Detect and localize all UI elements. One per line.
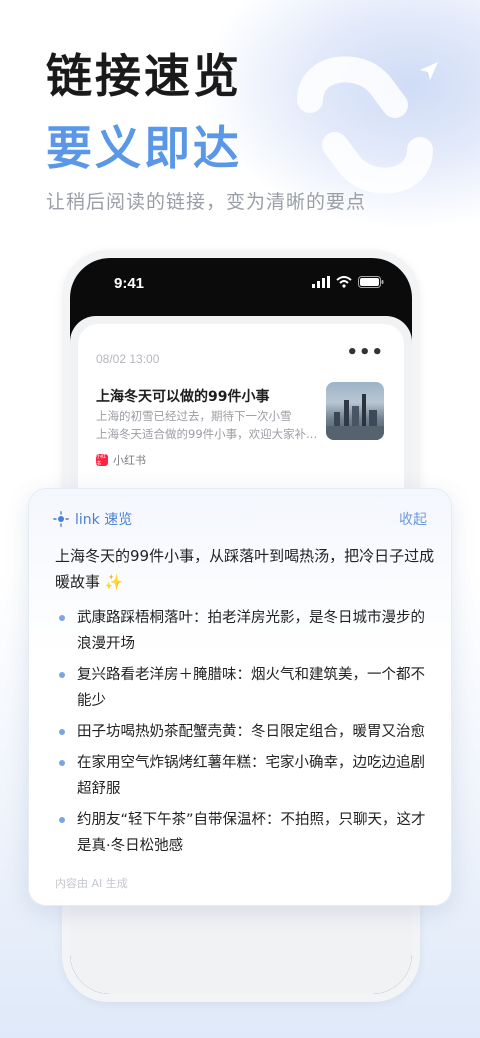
list-item: 在家用空气炸锅烤红薯年糕：宅家小确幸，边吃边追剧超舒服 (55, 750, 435, 802)
collapse-button[interactable]: 收起 (399, 509, 427, 529)
summary-points: 武康路踩梧桐落叶：拍老洋房光影，是冬日城市漫步的浪漫开场 复兴路看老洋房＋腌腊味… (55, 605, 435, 864)
list-item: 田子坊喝热奶茶配蟹壳黄：冬日限定组合，暖胃又治愈 (55, 719, 435, 745)
card-snippet-line-2: 上海冬天适合做的99件小事，欢迎大家补... (96, 427, 318, 441)
summary-label: link 速览 (75, 512, 133, 528)
ai-generated-note: 内容由 AI 生成 (55, 877, 128, 890)
hero-description: 让稍后阅读的链接，变为清晰的要点 (46, 191, 367, 213)
list-item: 武康路踩梧桐落叶：拍老洋房光影，是冬日城市漫步的浪漫开场 (55, 605, 435, 657)
list-item-text: 武康路踩梧桐落叶：拍老洋房光影，是冬日城市漫步的浪漫开场 (77, 610, 425, 652)
xiaohongshu-logo-icon: 小红书 (96, 454, 108, 467)
hero-title: 链接速览 (46, 49, 242, 103)
list-item-text: 约朋友“轻下午茶”自带保温杯：不拍照，只聊天，这才是真·冬日松弛感 (77, 812, 426, 854)
chain-link-icon (297, 56, 438, 194)
bullet-dot (59, 615, 65, 621)
wifi-icon (336, 276, 352, 288)
list-item-text: 田子坊喝热奶茶配蟹壳黄：冬日限定组合，暖胃又治愈 (77, 724, 425, 740)
list-item-text: 复兴路看老洋房＋腌腊味：烟火气和建筑美，一个都不能少 (77, 667, 425, 709)
status-bar: 9:41 (70, 258, 412, 316)
battery-icon (358, 276, 384, 288)
bullet-dot (59, 672, 65, 678)
summary-lead: 上海冬天的99件小事，从踩落叶到喝热汤，把冷日子过成暖故事 ✨ (55, 547, 435, 591)
sparkle-sun-icon (53, 511, 69, 527)
card-snippet-line-1: 上海的初雪已经过去，期待下一次小雪 (96, 409, 292, 423)
link-summary-panel: link 速览 收起 上海冬天的99件小事，从踩落叶到喝热汤，把冷日子过成暖故事… (28, 488, 452, 906)
status-time: 9:41 (114, 275, 145, 292)
list-item: 约朋友“轻下午茶”自带保温杯：不拍照，只聊天，这才是真·冬日松弛感 (55, 807, 435, 859)
hero-subtitle: 要义即达 (46, 121, 242, 175)
link-card[interactable]: 08/02 13:00 ••• 上海冬天可以做的99件小事 上海的初雪已经过去，… (78, 324, 404, 514)
summary-header: link 速览 (53, 509, 132, 529)
list-item-text: 在家用空气炸锅烤红薯年糕：宅家小确幸，边吃边追剧超舒服 (77, 755, 425, 797)
card-date: 08/02 13:00 (96, 352, 160, 366)
card-title: 上海冬天可以做的99件小事 (96, 389, 270, 405)
signal-icon (312, 276, 330, 288)
bullet-dot (59, 729, 65, 735)
list-item: 复兴路看老洋房＋腌腊味：烟火气和建筑美，一个都不能少 (55, 662, 435, 714)
bullet-dot (59, 760, 65, 766)
status-icons (312, 276, 384, 288)
card-source: 小红书 小红书 (96, 452, 146, 468)
card-source-name: 小红书 (113, 454, 146, 467)
more-options-icon[interactable]: ••• (346, 342, 384, 363)
bullet-dot (59, 817, 65, 823)
card-thumbnail-image (326, 382, 384, 440)
